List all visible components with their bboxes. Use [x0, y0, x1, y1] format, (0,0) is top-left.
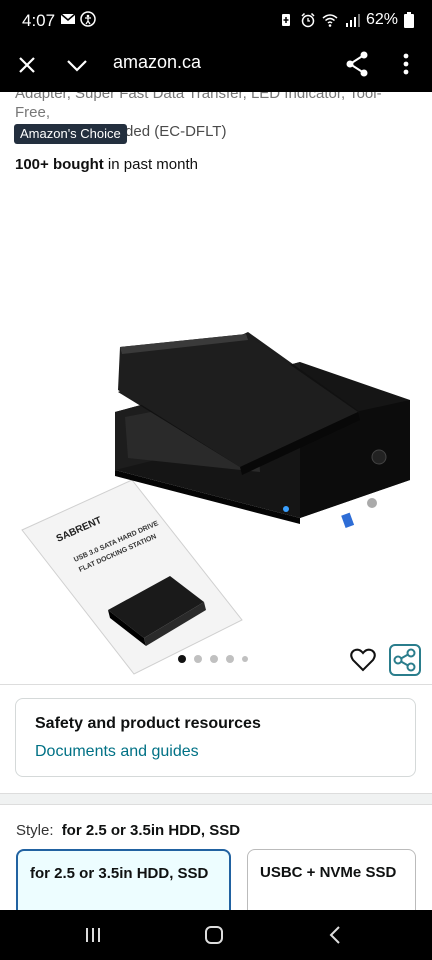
safety-title: Safety and product resources — [35, 715, 261, 732]
style-option-hdd-ssd[interactable]: for 2.5 or 3.5in HDD, SSD — [16, 849, 231, 910]
bought-period: in past month — [103, 156, 198, 173]
divider — [0, 684, 432, 685]
url-text[interactable]: amazon.ca — [113, 52, 201, 73]
battery-percent: 62% — [365, 11, 398, 28]
more-vert-icon[interactable] — [396, 50, 416, 78]
bought-info: 100+ bought in past month — [15, 156, 198, 173]
battery-saver-icon — [281, 14, 290, 26]
alarm-icon — [301, 12, 315, 28]
product-image[interactable]: SABRENT USB 3.0 SATA HARD DRIVE FLAT DOC… — [0, 222, 432, 682]
mail-icon — [60, 13, 76, 24]
carousel-dot[interactable] — [210, 655, 218, 663]
wifi-icon — [322, 14, 338, 27]
product-title-line1: Adapter, Super Fast Data Transfer, LED I… — [15, 92, 382, 121]
amazons-choice-badge[interactable]: Amazon's Choice — [14, 124, 127, 144]
style-selected-value: for 2.5 or 3.5in HDD, SSD — [61, 822, 241, 839]
safety-resources-card[interactable]: Safety and product resources Documents a… — [15, 698, 416, 777]
page-content: Adapter, Super Fast Data Transfer, LED I… — [0, 92, 432, 910]
manual-sheet: SABRENT USB 3.0 SATA HARD DRIVE FLAT DOC… — [21, 479, 243, 675]
style-option-label: USBC + NVMe SSD — [260, 864, 397, 881]
status-system: 62% — [278, 11, 414, 29]
chevron-down-icon[interactable] — [64, 52, 90, 78]
style-label: Style: — [16, 822, 54, 839]
documents-guides-link[interactable]: Documents and guides — [35, 743, 199, 761]
style-option-usbc-nvme[interactable]: USBC + NVMe SSD — [247, 849, 416, 910]
system-nav-bar — [0, 910, 432, 960]
status-time: 4:07 — [22, 11, 56, 30]
battery-icon — [404, 12, 414, 28]
carousel-dot[interactable] — [226, 655, 234, 663]
signal-icon — [345, 14, 360, 27]
share-icon[interactable] — [344, 50, 370, 78]
close-icon[interactable] — [14, 52, 40, 78]
carousel-dot[interactable] — [194, 655, 202, 663]
heart-icon[interactable] — [350, 648, 376, 672]
home-icon[interactable] — [204, 925, 224, 945]
carousel-dot[interactable] — [242, 656, 248, 662]
share-button[interactable] — [389, 644, 421, 676]
status-notifications — [60, 11, 96, 27]
share-icon — [393, 648, 416, 672]
carousel-dot[interactable] — [178, 655, 186, 663]
status-bar: 4:07 62% — [0, 0, 432, 40]
browser-toolbar: amazon.ca — [0, 40, 432, 92]
section-divider — [0, 793, 432, 805]
style-selector-label: Style: for 2.5 or 3.5in HDD, SSD — [16, 822, 240, 839]
image-carousel-dots[interactable] — [178, 655, 248, 663]
style-option-label: for 2.5 or 3.5in HDD, SSD — [30, 865, 209, 882]
back-icon[interactable] — [328, 925, 342, 945]
accessibility-icon — [80, 11, 96, 27]
recent-apps-icon[interactable] — [84, 926, 102, 944]
bought-count: 100+ bought — [15, 156, 104, 173]
